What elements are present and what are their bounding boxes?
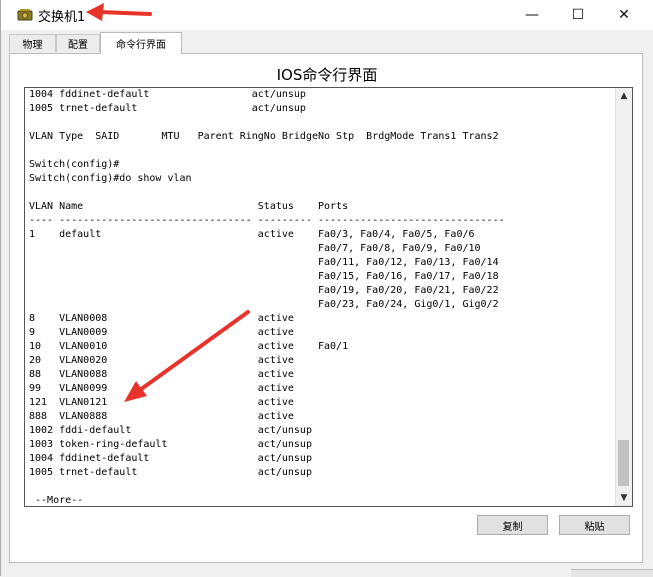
terminal-output[interactable]: 1004 fddinet-default act/unsup 1005 trne…: [29, 88, 505, 506]
scroll-down-icon[interactable]: ▼: [616, 490, 632, 506]
tab-cli[interactable]: 命令行界面: [100, 32, 182, 54]
scrollbar-thumb[interactable]: [618, 440, 629, 486]
paste-button[interactable]: 粘贴: [559, 515, 630, 535]
cli-panel: IOS命令行界面 1004 fddinet-default act/unsup …: [9, 53, 643, 563]
switch-device-icon: [17, 7, 33, 23]
switch-window: 交换机1 — ☐ ✕ 物理 配置 命令行界面 IOS命令行界面 1004 fdd…: [0, 0, 653, 577]
minimize-icon: —: [525, 7, 539, 23]
terminal-scrollbar[interactable]: ▲ ▼: [615, 88, 632, 506]
panel-title: IOS命令行界面: [276, 66, 378, 84]
window-title: 交换机1: [38, 10, 86, 25]
close-icon: ✕: [618, 7, 630, 23]
tab-physical[interactable]: 物理: [9, 34, 56, 52]
title-bar[interactable]: 交换机1 — ☐ ✕: [1, 0, 653, 30]
scroll-up-icon[interactable]: ▲: [616, 88, 632, 104]
tab-config[interactable]: 配置: [56, 34, 100, 52]
close-button[interactable]: ✕: [601, 0, 647, 30]
maximize-button[interactable]: ☐: [555, 0, 601, 30]
minimize-button[interactable]: —: [509, 0, 555, 30]
maximize-icon: ☐: [571, 7, 585, 23]
terminal-console[interactable]: 1004 fddinet-default act/unsup 1005 trne…: [24, 87, 633, 507]
copy-button[interactable]: 复制: [477, 515, 548, 535]
